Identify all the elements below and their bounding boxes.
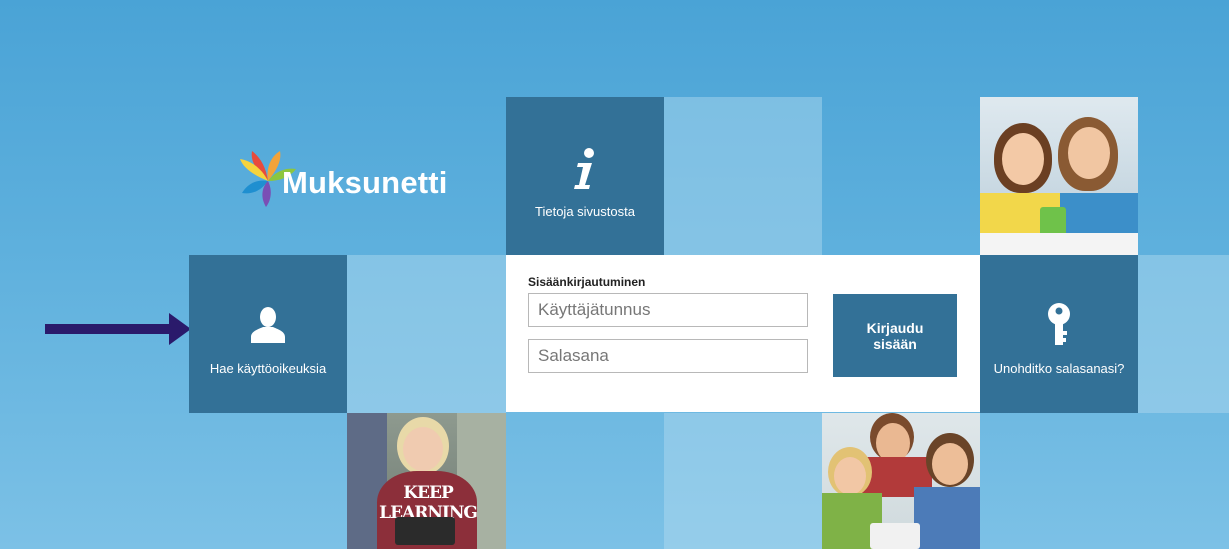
key-icon: [1048, 303, 1070, 345]
student-tablet-photo: KEEP LEARNING: [347, 413, 506, 549]
forgot-password-tile[interactable]: Unohditko salasanasi?: [980, 255, 1138, 413]
username-input[interactable]: [528, 293, 808, 327]
info-tile-label: Tietoja sivustosta: [535, 204, 635, 219]
user-icon: [251, 307, 285, 343]
login-heading: Sisäänkirjautuminen: [528, 275, 646, 289]
students-group-photo: [822, 413, 980, 549]
light-tile: [664, 413, 822, 549]
apply-access-label: Hae käyttöoikeuksia: [209, 361, 327, 376]
light-tile: [1138, 255, 1229, 413]
forgot-password-label: Unohditko salasanasi?: [993, 361, 1125, 376]
kids-photo: [980, 97, 1138, 255]
apply-access-tile[interactable]: Hae käyttöoikeuksia: [189, 255, 347, 413]
brand-name: Muksunetti: [282, 165, 448, 200]
arrow-right-icon: [45, 313, 191, 345]
info-tile[interactable]: Tietoja sivustosta: [506, 97, 664, 255]
muksunetti-logo[interactable]: Muksunetti: [238, 143, 468, 213]
info-icon: [574, 148, 594, 189]
light-tile: [347, 255, 506, 413]
password-input[interactable]: [528, 339, 808, 373]
login-button[interactable]: Kirjaudu sisään: [833, 294, 957, 377]
light-tile: [664, 97, 822, 255]
login-panel: Sisäänkirjautuminen Kirjaudu sisään: [506, 255, 980, 412]
